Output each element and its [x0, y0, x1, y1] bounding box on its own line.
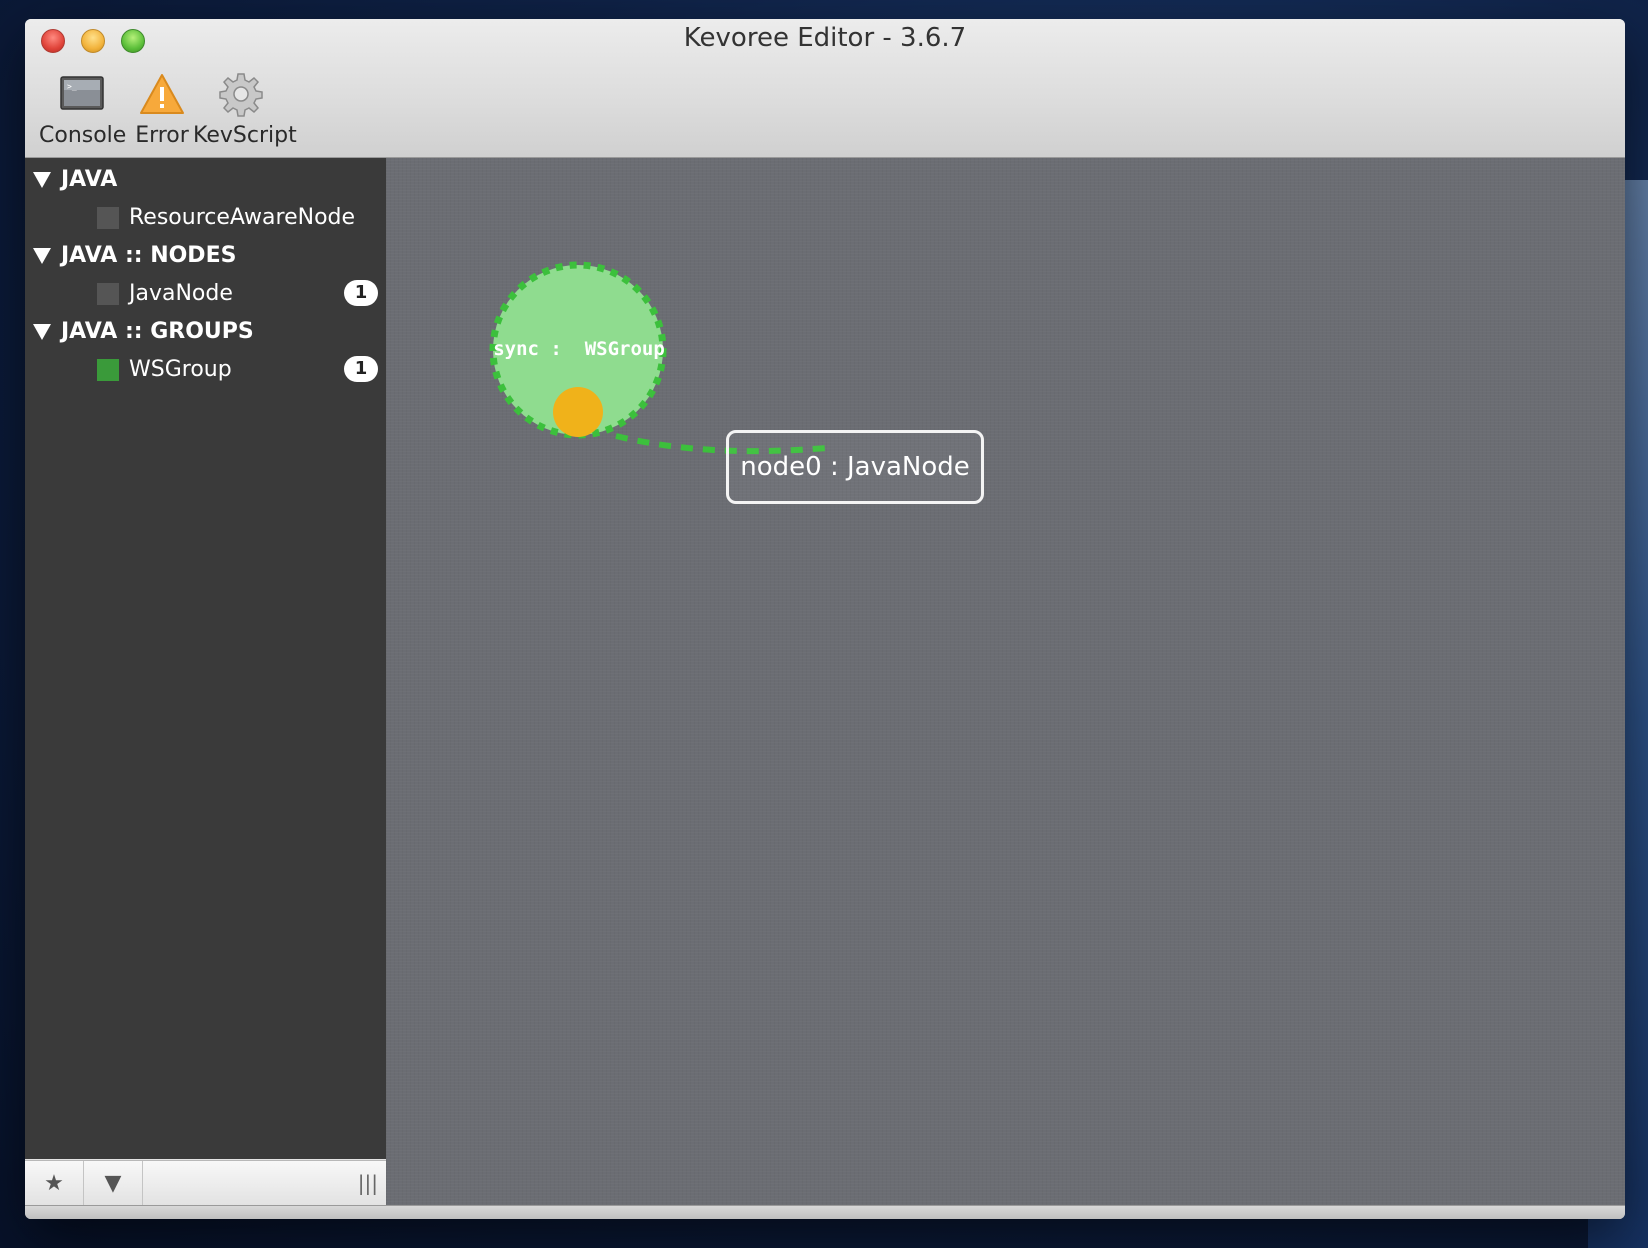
- model-canvas[interactable]: sync : WSGroup node0 : JavaNode: [386, 158, 1625, 1205]
- toolbar-error-label: Error: [135, 123, 189, 148]
- window-title: Kevoree Editor - 3.6.7: [683, 23, 967, 53]
- tree-item-javanode[interactable]: JavaNode 1: [97, 276, 382, 312]
- chevron-down-icon: ▼: [104, 1171, 122, 1196]
- tree-item-wsgroup[interactable]: WSGroup 1: [97, 352, 382, 388]
- status-bar: [25, 1205, 1625, 1219]
- instance-count-badge: 1: [344, 356, 378, 382]
- tree-group-java[interactable]: JAVA: [33, 162, 117, 198]
- star-icon: ★: [44, 1171, 64, 1196]
- tree-group-label: JAVA :: GROUPS: [61, 319, 254, 344]
- sidebar-footer-bar: ★ ▼ |||: [25, 1160, 386, 1206]
- toolbar-error-button[interactable]: Error: [129, 71, 195, 151]
- tree-group-java-groups[interactable]: JAVA :: GROUPS: [33, 314, 254, 350]
- toolbar-kevscript-label: KevScript: [193, 123, 297, 148]
- type-color-swatch: [97, 207, 119, 229]
- tree-item-label: WSGroup: [129, 357, 232, 382]
- toolbar-kevscript-button[interactable]: KevScript: [193, 71, 297, 151]
- tree-item-resourceawarenode[interactable]: ResourceAwareNode: [97, 200, 382, 236]
- gear-icon: [219, 73, 263, 117]
- group-port-icon[interactable]: [553, 387, 603, 437]
- disclosure-triangle-icon[interactable]: [33, 248, 51, 264]
- wsgroup-instance-label: sync : WSGroup: [493, 338, 665, 360]
- disclosure-triangle-icon[interactable]: [33, 324, 51, 340]
- tree-group-label: JAVA :: NODES: [61, 243, 237, 268]
- type-library-sidebar: JAVA ResourceAwareNode JAVA :: NODES Jav…: [25, 158, 386, 1159]
- type-color-swatch: [97, 359, 119, 381]
- tree-group-java-nodes[interactable]: JAVA :: NODES: [33, 238, 236, 274]
- editor-window: Kevoree Editor - 3.6.7 >_ Console Error: [25, 19, 1625, 1219]
- toolbar-console-button[interactable]: >_ Console: [39, 71, 127, 151]
- toolbar-console-label: Console: [39, 123, 127, 148]
- instance-count-badge: 1: [344, 280, 378, 306]
- node0-instance[interactable]: node0 : JavaNode: [726, 430, 984, 504]
- canvas-graph: [489, 261, 827, 455]
- title-bar: Kevoree Editor - 3.6.7 >_ Console Error: [25, 19, 1625, 158]
- disclosure-triangle-icon[interactable]: [33, 172, 51, 188]
- favorites-button[interactable]: ★: [25, 1161, 84, 1206]
- warning-icon: [140, 74, 184, 114]
- type-color-swatch: [97, 283, 119, 305]
- svg-text:>_: >_: [67, 82, 77, 91]
- tree-item-label: ResourceAwareNode: [129, 205, 356, 230]
- console-icon: >_: [60, 76, 104, 110]
- tree-item-label: JavaNode: [129, 281, 233, 306]
- filter-dropdown-button[interactable]: ▼: [84, 1161, 143, 1206]
- resize-grip-icon[interactable]: |||: [358, 1161, 378, 1206]
- tree-group-label: JAVA: [61, 167, 118, 192]
